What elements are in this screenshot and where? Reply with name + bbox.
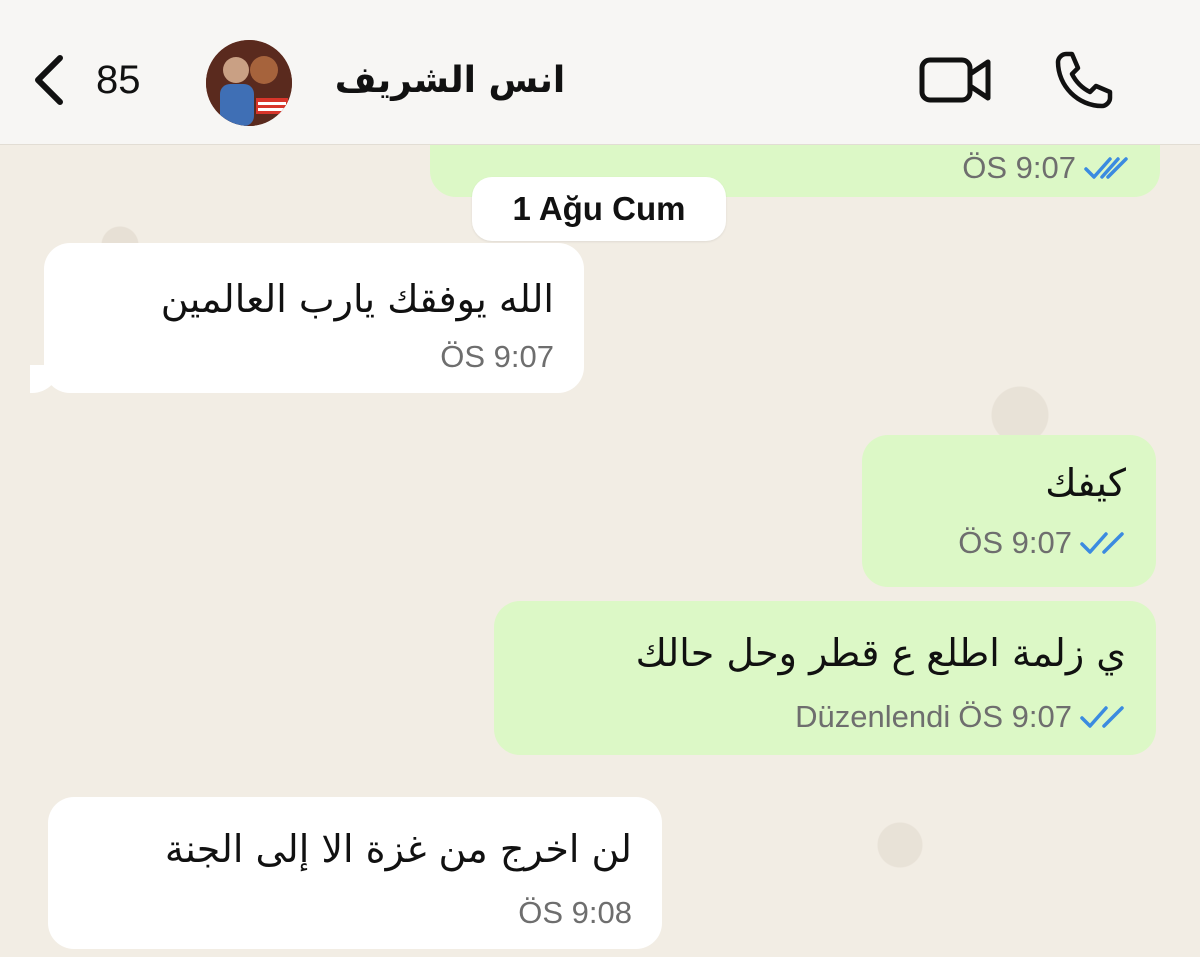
message-meta: ÖS 9:08	[518, 895, 632, 931]
double-check-icon	[1080, 706, 1124, 728]
double-check-icon	[1084, 157, 1128, 179]
message-time: ÖS 9:07	[962, 150, 1076, 185]
message-meta: ÖS 9:07	[440, 339, 554, 375]
message-time: ÖS 9:07	[440, 339, 554, 374]
video-camera-icon[interactable]	[918, 52, 994, 108]
message-time: ÖS 9:07	[958, 525, 1072, 560]
message-bubble-incoming[interactable]: الله يوفقك يارب العالمين ÖS 9:07	[44, 243, 584, 393]
date-separator: 1 Ağu Cum	[472, 177, 726, 241]
message-text: لن اخرج من غزة الا إلى الجنة	[164, 827, 632, 871]
avatar-image	[206, 40, 292, 126]
message-meta: ÖS 9:07	[962, 150, 1130, 186]
message-text: كيفك	[1045, 461, 1126, 505]
message-text: ي زلمة اطلع ع قطر وحل حالك	[635, 631, 1126, 675]
edited-label: Düzenlendi	[795, 699, 951, 734]
unread-count: 85	[96, 57, 141, 102]
message-meta: Düzenlendi ÖS 9:07	[795, 699, 1126, 735]
back-button[interactable]: 85	[30, 50, 141, 110]
contact-name[interactable]: انس الشريف	[330, 60, 570, 101]
double-check-icon	[1080, 532, 1124, 554]
message-bubble-incoming[interactable]: لن اخرج من غزة الا إلى الجنة ÖS 9:08	[48, 797, 662, 949]
chevron-left-icon	[35, 55, 63, 105]
message-bubble-outgoing[interactable]: كيفك ÖS 9:07	[862, 435, 1156, 587]
chat-area[interactable]: ÖS 9:07 1 Ağu Cum الله يوفقك يارب العالم…	[0, 145, 1200, 957]
phone-icon[interactable]	[1052, 48, 1116, 112]
chat-header: 85 انس الشريف	[0, 0, 1200, 145]
message-time: ÖS 9:08	[518, 895, 632, 930]
message-bubble-outgoing[interactable]: ي زلمة اطلع ع قطر وحل حالك Düzenlendi ÖS…	[494, 601, 1156, 755]
contact-avatar[interactable]	[206, 40, 292, 126]
message-text: الله يوفقك يارب العالمين	[160, 277, 554, 321]
message-meta: ÖS 9:07	[958, 525, 1126, 561]
message-time: ÖS 9:07	[958, 699, 1072, 734]
